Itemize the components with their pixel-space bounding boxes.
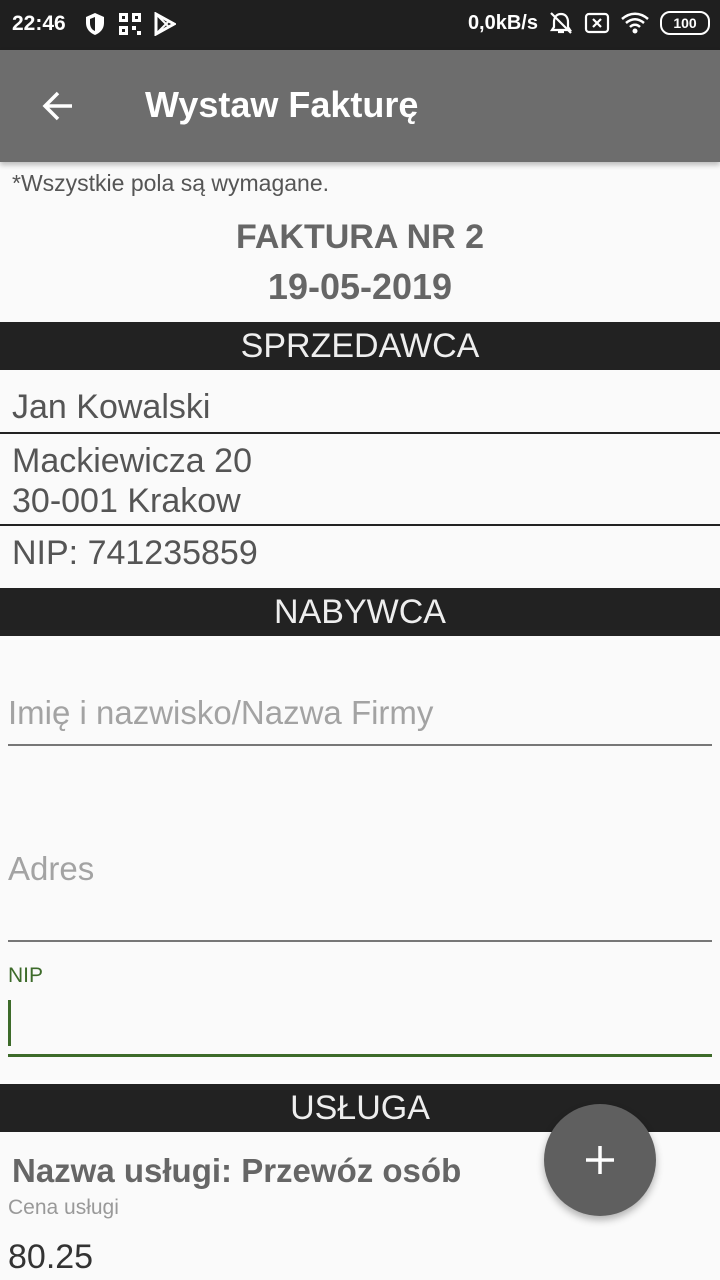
buyer-nip-label: NIP (8, 964, 44, 987)
back-button[interactable] (28, 76, 88, 136)
add-service-button[interactable] (544, 1104, 656, 1216)
page-title: Wystaw Fakturę (145, 84, 419, 125)
seller-section-header: SPRZEDAWCA (0, 322, 720, 370)
qr-code-icon (119, 13, 141, 35)
play-store-icon (154, 12, 176, 36)
status-time: 22:46 (12, 12, 66, 35)
seller-name: Jan Kowalski (12, 388, 211, 426)
status-system-icons: 0,0kB/s 100 (468, 10, 710, 36)
app-bar: Wystaw Fakturę (0, 50, 720, 162)
alarm-off-icon (549, 12, 573, 34)
battery-level: 100 (673, 15, 697, 31)
battery-indicator: 100 (660, 11, 710, 35)
seller-nip: NIP: 741235859 (12, 534, 258, 572)
buyer-address-placeholder: Adres (8, 850, 95, 887)
seller-address-line1: Mackiewicza 20 (12, 442, 252, 480)
buyer-name-placeholder: Imię i nazwisko/Nazwa Firmy (8, 694, 434, 731)
buyer-name-underline (8, 744, 712, 746)
shield-icon (86, 13, 104, 35)
text-cursor (8, 1000, 11, 1046)
required-fields-note: *Wszystkie pola są wymagane. (12, 170, 330, 196)
seller-address-line2: 30-001 Krakow (12, 482, 241, 520)
service-price-label: Cena usługi (8, 1196, 119, 1219)
invoice-date: 19-05-2019 (267, 266, 453, 307)
no-sim-icon (584, 12, 610, 34)
wifi-icon (621, 12, 649, 34)
plus-icon (586, 1146, 614, 1174)
service-name: Nazwa usługi: Przewóz osób (12, 1152, 462, 1189)
divider (0, 432, 720, 434)
divider (0, 524, 720, 526)
invoice-number: FAKTURA NR 2 (235, 218, 485, 256)
arrow-left-icon (42, 91, 72, 121)
buyer-address-underline (8, 940, 712, 942)
status-bar: 22:46 0,0kB/s 100 (0, 0, 720, 50)
status-notification-icons (84, 12, 176, 36)
network-speed: 0,0kB/s (467, 11, 538, 34)
buyer-nip-input[interactable] (8, 998, 712, 1057)
service-price-value[interactable]: 80.25 (8, 1238, 93, 1277)
buyer-section-header: NABYWCA (0, 588, 720, 636)
